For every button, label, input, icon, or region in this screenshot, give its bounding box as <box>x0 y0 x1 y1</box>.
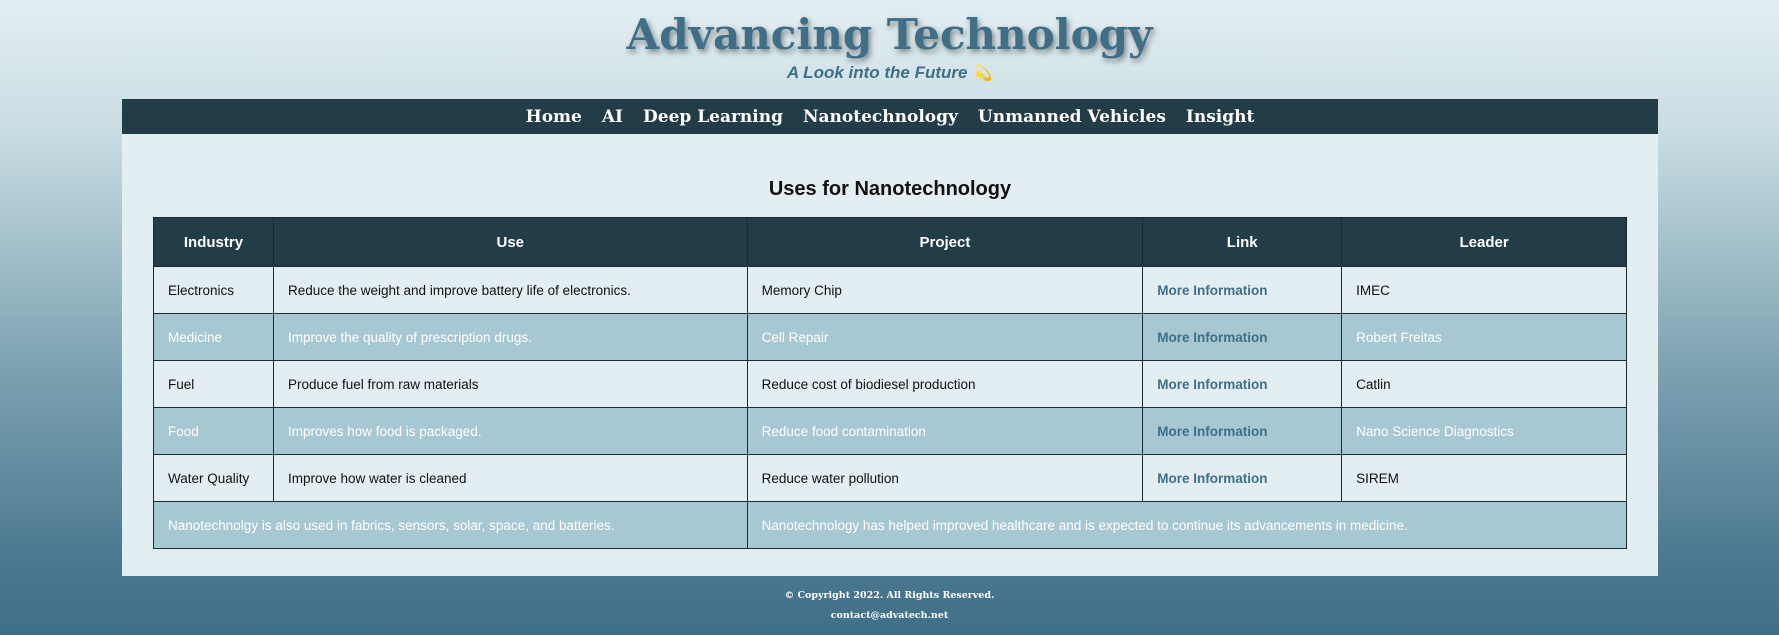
more-information-link[interactable]: More Information <box>1142 407 1343 455</box>
cell-project: Reduce water pollution <box>746 454 1144 502</box>
column-header-use: Use <box>272 217 748 267</box>
main-content: Uses for Nanotechnology Industry Use Pro… <box>122 134 1658 576</box>
cell-use: Improve how water is cleaned <box>272 454 748 502</box>
tagline-text: A Look into the Future <box>786 63 968 82</box>
cell-leader: SIREM <box>1341 454 1627 502</box>
copyright-text: © Copyright 2022. All Rights Reserved. <box>784 590 995 601</box>
more-information-link[interactable]: More Information <box>1142 266 1343 314</box>
summary-other-uses: Nanotechnolgy is also used in fabrics, s… <box>153 501 748 549</box>
column-header-project: Project <box>746 217 1144 267</box>
site-header: Advancing Technology A Look into the Fut… <box>0 0 1779 99</box>
cell-use: Improves how food is packaged. <box>272 407 748 455</box>
cell-leader: Nano Science Diagnostics <box>1341 407 1627 455</box>
nav-item-insight[interactable]: Insight <box>1186 107 1254 127</box>
site-tagline: A Look into the Future 💫 <box>0 63 1779 83</box>
cell-project: Reduce food contamination <box>746 407 1144 455</box>
cell-industry: Fuel <box>153 360 274 408</box>
cell-project: Cell Repair <box>746 313 1144 361</box>
cell-use: Reduce the weight and improve battery li… <box>272 266 748 314</box>
column-header-leader: Leader <box>1341 217 1627 267</box>
cell-project: Memory Chip <box>746 266 1144 314</box>
cell-industry: Food <box>153 407 274 455</box>
nav-item-deep-learning[interactable]: Deep Learning <box>643 107 783 127</box>
table-row: Fuel Produce fuel from raw materials Red… <box>153 360 1627 408</box>
nanotech-uses-table: Industry Use Project Link Leader Electro… <box>153 217 1628 549</box>
site-title: Advancing Technology <box>626 10 1153 59</box>
table-row: Food Improves how food is packaged. Redu… <box>153 407 1627 455</box>
contact-email[interactable]: contact@advatech.net <box>0 608 1779 628</box>
cell-leader: IMEC <box>1341 266 1627 314</box>
column-header-industry: Industry <box>153 217 274 267</box>
table-row: Medicine Improve the quality of prescrip… <box>153 313 1627 361</box>
nav-item-unmanned-vehicles[interactable]: Unmanned Vehicles <box>978 107 1166 127</box>
column-header-link: Link <box>1142 217 1343 267</box>
nav-item-home[interactable]: Home <box>526 107 582 127</box>
dizzy-star-icon: 💫 <box>973 65 993 82</box>
cell-project: Reduce cost of biodiesel production <box>746 360 1144 408</box>
summary-healthcare: Nanotechnology has helped improved healt… <box>746 501 1628 549</box>
table-header-row: Industry Use Project Link Leader <box>153 217 1627 267</box>
table-summary-row: Nanotechnolgy is also used in fabrics, s… <box>153 501 1628 549</box>
site-footer: © Copyright 2022. All Rights Reserved. c… <box>0 588 1779 628</box>
cell-industry: Medicine <box>153 313 274 361</box>
cell-leader: Catlin <box>1341 360 1627 408</box>
page-title: Uses for Nanotechnology <box>768 178 1012 200</box>
more-information-link[interactable]: More Information <box>1142 360 1343 408</box>
nav-item-ai[interactable]: AI <box>602 107 623 127</box>
cell-leader: Robert Freitas <box>1341 313 1627 361</box>
cell-industry: Water Quality <box>153 454 274 502</box>
main-nav: Home AI Deep Learning Nanotechnology Unm… <box>122 99 1658 134</box>
table-row: Water Quality Improve how water is clean… <box>153 454 1627 502</box>
cell-industry: Electronics <box>153 266 274 314</box>
cell-use: Produce fuel from raw materials <box>272 360 748 408</box>
more-information-link[interactable]: More Information <box>1142 313 1343 361</box>
nav-item-nanotechnology[interactable]: Nanotechnology <box>803 107 958 127</box>
table-row: Electronics Reduce the weight and improv… <box>153 266 1627 314</box>
more-information-link[interactable]: More Information <box>1142 454 1343 502</box>
cell-use: Improve the quality of prescription drug… <box>272 313 748 361</box>
